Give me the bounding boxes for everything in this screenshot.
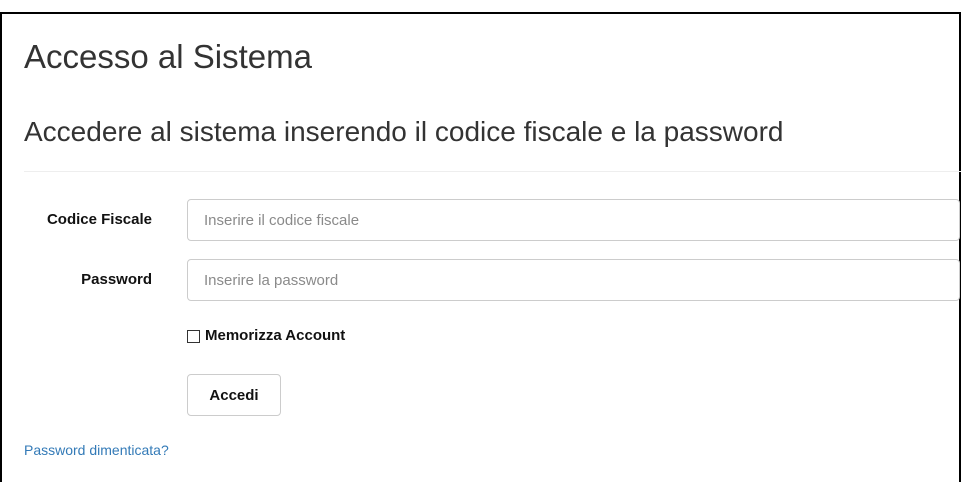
password-input[interactable]: [187, 259, 960, 301]
login-panel: Accesso al Sistema Accedere al sistema i…: [0, 12, 961, 482]
codice-fiscale-label: Codice Fiscale: [46, 211, 152, 228]
page-subtitle: Accedere al sistema inserendo il codice …: [24, 116, 784, 147]
login-button[interactable]: Accedi: [187, 374, 281, 416]
remember-account[interactable]: Memorizza Account: [187, 326, 345, 346]
remember-label: Memorizza Account: [205, 327, 346, 344]
password-label: Password: [81, 271, 152, 288]
page-title: Accesso al Sistema: [24, 38, 312, 75]
codice-fiscale-input[interactable]: [187, 199, 960, 241]
remember-checkbox[interactable]: [187, 329, 200, 343]
forgot-password-link[interactable]: Password dimenticata?: [24, 441, 169, 459]
divider: [24, 171, 961, 172]
